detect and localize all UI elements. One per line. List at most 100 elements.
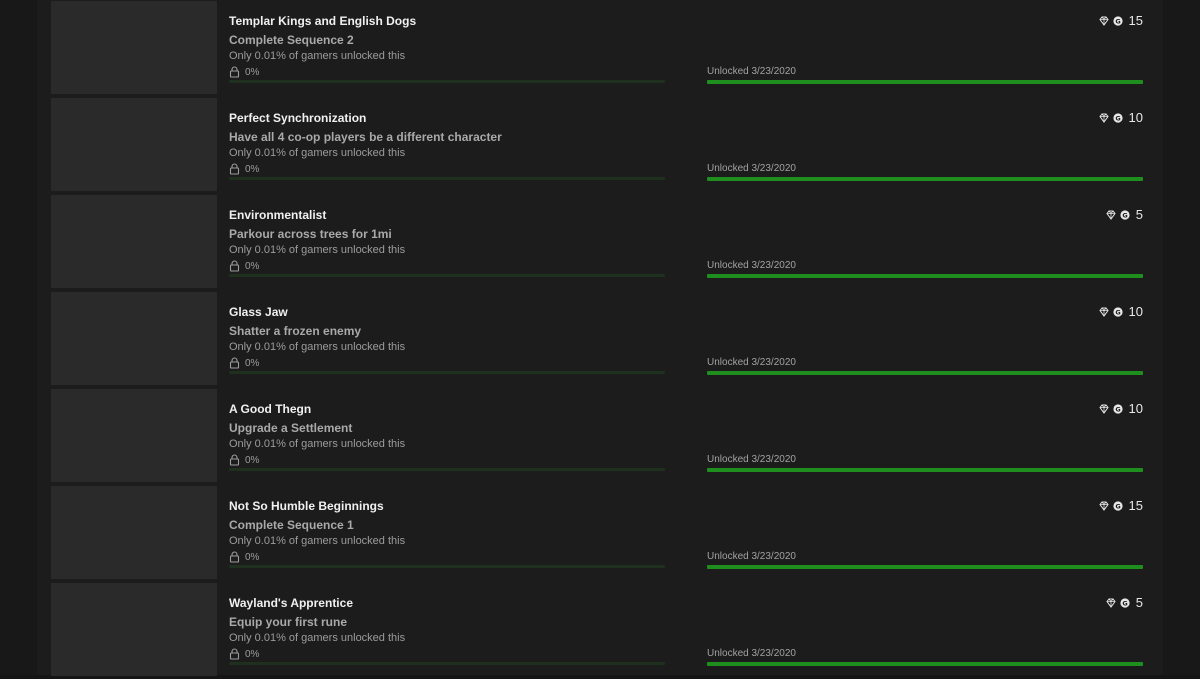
progress-bar <box>229 468 665 471</box>
unlock-bar-fill <box>707 177 1143 181</box>
progress-bar <box>229 565 665 568</box>
gamerscore: G 15 <box>1098 498 1143 513</box>
achievement-rarity: Only 0.01% of gamers unlocked this <box>229 341 406 353</box>
achievement-title: Perfect Synchronization <box>229 111 367 125</box>
gamerscore-g-icon: G <box>1112 500 1123 511</box>
achievement-description: Upgrade a Settlement <box>229 421 353 435</box>
unlock-date: Unlocked 3/23/2020 <box>707 66 796 77</box>
unlock-bar <box>707 80 1143 84</box>
gamerscore-value: 10 <box>1128 401 1143 416</box>
unlock-date: Unlocked 3/23/2020 <box>707 260 796 271</box>
svg-text:G: G <box>1115 502 1120 510</box>
lock-status: 0% <box>229 163 259 175</box>
unlock-bar <box>707 371 1143 375</box>
achievement-thumbnail <box>51 195 217 288</box>
achievement-thumbnail <box>51 583 217 676</box>
achievement-rarity: Only 0.01% of gamers unlocked this <box>229 147 406 159</box>
gamerscore: G 5 <box>1106 595 1143 610</box>
diamond-icon <box>1098 501 1109 511</box>
svg-text:G: G <box>1122 211 1127 219</box>
lock-icon <box>229 163 240 175</box>
progress-bar <box>229 274 665 277</box>
left-gutter <box>0 0 37 675</box>
unlock-date: Unlocked 3/23/2020 <box>707 454 796 465</box>
svg-text:G: G <box>1115 114 1120 122</box>
gamerscore-value: 15 <box>1128 498 1143 513</box>
gamerscore-value: 5 <box>1135 207 1143 222</box>
achievement-row[interactable]: Perfect Synchronization Have all 4 co-op… <box>51 97 1151 194</box>
gamerscore-value: 15 <box>1128 13 1143 28</box>
gamerscore-value: 10 <box>1128 304 1143 319</box>
achievement-description: Shatter a frozen enemy <box>229 324 362 338</box>
achievement-thumbnail <box>51 1 217 94</box>
lock-status: 0% <box>229 66 259 78</box>
achievement-description: Complete Sequence 1 <box>229 518 354 532</box>
unlock-date: Unlocked 3/23/2020 <box>707 357 796 368</box>
achievement-rarity: Only 0.01% of gamers unlocked this <box>229 535 406 547</box>
achievement-thumbnail <box>51 98 217 191</box>
diamond-icon <box>1106 598 1116 608</box>
achievement-row[interactable]: Environmentalist Parkour across trees fo… <box>51 194 1151 291</box>
achievement-row[interactable]: Templar Kings and English Dogs Complete … <box>51 0 1151 97</box>
progress-bar <box>229 371 665 374</box>
achievement-row[interactable]: Glass Jaw Shatter a frozen enemy Only 0.… <box>51 291 1151 388</box>
gamerscore-g-icon: G <box>1120 209 1130 220</box>
achievement-thumbnail <box>51 292 217 385</box>
achievement-row[interactable]: A Good Thegn Upgrade a Settlement Only 0… <box>51 388 1151 485</box>
diamond-icon <box>1106 210 1116 220</box>
lock-status: 0% <box>229 357 259 369</box>
gamerscore: G 10 <box>1098 401 1143 416</box>
lock-status: 0% <box>229 551 259 563</box>
unlock-bar <box>707 565 1143 569</box>
achievement-thumbnail <box>51 389 217 482</box>
achievement-description: Complete Sequence 2 <box>229 33 354 47</box>
achievement-row[interactable]: Wayland's Apprentice Equip your first ru… <box>51 582 1151 679</box>
svg-text:G: G <box>1115 17 1120 25</box>
unlock-bar-fill <box>707 80 1143 84</box>
unlock-bar <box>707 177 1143 181</box>
diamond-icon <box>1098 16 1109 26</box>
achievement-rarity: Only 0.01% of gamers unlocked this <box>229 438 406 450</box>
gamerscore-g-icon: G <box>1120 597 1130 608</box>
progress-percent: 0% <box>245 66 260 78</box>
unlock-date: Unlocked 3/23/2020 <box>707 648 796 659</box>
achievement-thumbnail <box>51 486 217 579</box>
achievement-rarity: Only 0.01% of gamers unlocked this <box>229 632 406 644</box>
achievement-description: Parkour across trees for 1mi <box>229 227 392 241</box>
unlock-bar-fill <box>707 371 1143 375</box>
gamerscore: G 15 <box>1098 13 1143 28</box>
achievement-list: Templar Kings and English Dogs Complete … <box>51 0 1151 679</box>
gamerscore-g-icon: G <box>1112 306 1123 317</box>
gamerscore: G 10 <box>1098 110 1143 125</box>
achievement-description: Have all 4 co-op players be a different … <box>229 130 502 144</box>
gamerscore-value: 10 <box>1128 110 1143 125</box>
gamerscore: G 10 <box>1098 304 1143 319</box>
svg-text:G: G <box>1115 405 1120 413</box>
progress-bar <box>229 80 665 83</box>
progress-bar <box>229 177 665 180</box>
diamond-icon <box>1098 404 1109 414</box>
achievement-title: Not So Humble Beginnings <box>229 499 384 513</box>
lock-icon <box>229 260 240 272</box>
gamerscore-value: 5 <box>1135 595 1143 610</box>
gamerscore-g-icon: G <box>1112 403 1123 414</box>
lock-icon <box>229 357 240 369</box>
lock-status: 0% <box>229 648 259 660</box>
unlock-bar <box>707 662 1143 666</box>
unlock-bar-fill <box>707 565 1143 569</box>
right-gutter <box>1163 0 1200 675</box>
diamond-icon <box>1098 307 1109 317</box>
gamerscore-g-icon: G <box>1112 15 1123 26</box>
achievement-rarity: Only 0.01% of gamers unlocked this <box>229 50 406 62</box>
achievement-row[interactable]: Not So Humble Beginnings Complete Sequen… <box>51 485 1151 582</box>
unlock-bar <box>707 468 1143 472</box>
unlock-bar-fill <box>707 662 1143 666</box>
svg-text:G: G <box>1115 308 1120 316</box>
lock-icon <box>229 454 240 466</box>
achievement-description: Equip your first rune <box>229 615 348 629</box>
diamond-icon <box>1098 113 1109 123</box>
lock-icon <box>229 648 240 660</box>
unlock-date: Unlocked 3/23/2020 <box>707 163 796 174</box>
achievement-rarity: Only 0.01% of gamers unlocked this <box>229 244 406 256</box>
progress-percent: 0% <box>245 648 260 660</box>
